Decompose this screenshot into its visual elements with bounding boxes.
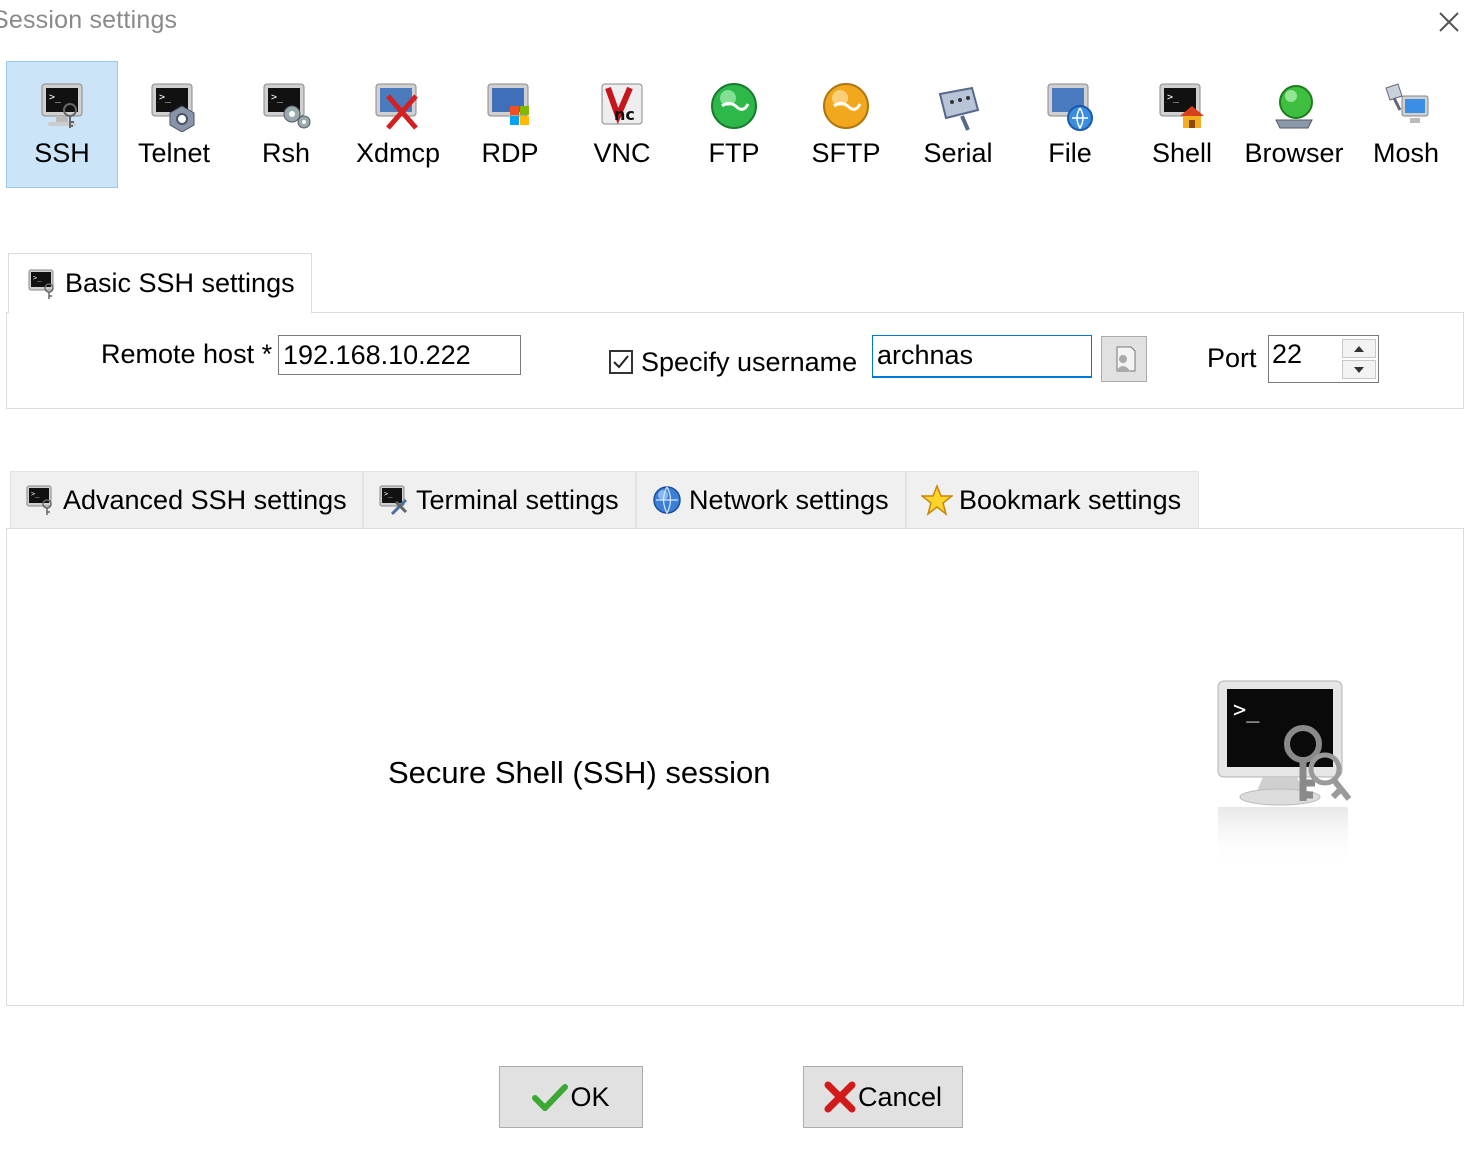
rdp-icon <box>487 83 529 125</box>
session-type-toolbar: >_ SSH >_ Telnet >_ Rsh Xdmcp RDP nc VNC… <box>6 61 1466 188</box>
remote-host-input[interactable]: 192.168.10.222 <box>278 335 521 375</box>
tab-label: Basic SSH settings <box>65 268 295 298</box>
session-type-label: Browser <box>1244 138 1344 168</box>
basic-settings-panel: Remote host * 192.168.10.222 Specify use… <box>6 312 1464 409</box>
session-type-vnc[interactable]: nc VNC <box>566 61 678 188</box>
session-type-rsh[interactable]: >_ Rsh <box>230 61 342 188</box>
mosh-icon <box>1385 83 1429 123</box>
session-type-sftp[interactable]: SFTP <box>790 61 902 188</box>
close-button[interactable] <box>1432 6 1466 38</box>
session-type-xdmcp[interactable]: Xdmcp <box>342 61 454 188</box>
svg-text:>_: >_ <box>159 92 172 103</box>
port-label: Port <box>1207 343 1257 373</box>
checkmark-icon <box>613 355 629 369</box>
cancel-x-icon <box>824 1081 856 1113</box>
globe-icon <box>653 486 681 515</box>
vnc-icon: nc <box>601 83 643 125</box>
tab-label: Bookmark settings <box>959 484 1182 515</box>
session-type-file[interactable]: File <box>1014 61 1126 188</box>
tab-label: Terminal settings <box>416 484 619 515</box>
session-type-serial[interactable]: Serial <box>902 61 1014 188</box>
session-type-label: Xdmcp <box>355 138 441 168</box>
session-type-label: Telnet <box>137 138 211 168</box>
cancel-label: Cancel <box>857 1081 943 1112</box>
session-type-label: VNC <box>593 138 651 168</box>
tab-network-settings[interactable]: Network settings <box>636 471 906 528</box>
session-type-label: Serial <box>923 138 993 168</box>
rsh-icon: >_ <box>263 83 311 129</box>
file-icon <box>1047 83 1093 131</box>
tab-advanced-ssh-settings[interactable]: >_ Advanced SSH settings <box>10 471 363 528</box>
ok-label: OK <box>570 1081 610 1112</box>
session-type-browser[interactable]: Browser <box>1238 61 1350 188</box>
specify-username-checkbox[interactable] <box>609 350 633 374</box>
close-icon <box>1439 12 1459 32</box>
svg-text:>_: >_ <box>384 490 393 498</box>
session-type-label: Shell <box>1151 138 1213 168</box>
port-increment-button[interactable] <box>1342 339 1376 358</box>
tab-terminal-settings[interactable]: >_ Terminal settings <box>363 471 636 528</box>
tab-label: Advanced SSH settings <box>63 484 347 515</box>
ssh-icon: >_ <box>41 83 83 128</box>
telnet-icon: >_ <box>151 83 195 132</box>
ssh-session-icon: >_ <box>1217 680 1352 867</box>
session-type-telnet[interactable]: >_ Telnet <box>118 61 230 188</box>
session-type-ftp[interactable]: FTP <box>678 61 790 188</box>
session-type-ssh[interactable]: >_ SSH <box>6 61 118 188</box>
tab-basic-ssh-settings[interactable]: >_ Basic SSH settings <box>8 253 312 313</box>
svg-text:>_: >_ <box>49 92 62 103</box>
ssh-settings-icon: >_ <box>26 485 52 515</box>
session-type-mosh[interactable]: Mosh <box>1350 61 1462 188</box>
port-decrement-button[interactable] <box>1342 360 1376 379</box>
tab-label: Network settings <box>689 484 889 515</box>
svg-text:>_: >_ <box>31 490 40 498</box>
user-credentials-icon <box>1116 346 1136 372</box>
sftp-icon <box>823 83 869 129</box>
chevron-down-icon <box>1354 366 1364 373</box>
cancel-button[interactable]: Cancel <box>803 1066 963 1128</box>
ok-button[interactable]: OK <box>499 1066 643 1128</box>
window-title: Session settings <box>0 6 178 34</box>
session-type-rdp[interactable]: RDP <box>454 61 566 188</box>
chevron-up-icon <box>1354 345 1364 352</box>
session-type-shell[interactable]: >_ Shell <box>1126 61 1238 188</box>
svg-text:>_: >_ <box>271 92 284 103</box>
session-type-label: RDP <box>481 138 539 168</box>
session-type-label: FTP <box>708 138 760 168</box>
svg-text:>_: >_ <box>1167 92 1180 103</box>
remote-host-label: Remote host * <box>101 339 273 369</box>
session-description: Secure Shell (SSH) session <box>388 755 771 790</box>
serial-icon <box>938 86 980 131</box>
session-type-label: Mosh <box>1372 138 1440 168</box>
checkmark-icon <box>532 1084 569 1111</box>
port-spinner[interactable]: 22 <box>1268 335 1379 383</box>
session-type-label: Rsh <box>261 138 310 168</box>
ftp-icon <box>711 83 757 129</box>
browser-icon <box>1275 85 1313 129</box>
ssh-settings-icon: >_ <box>28 269 54 299</box>
user-picker-button[interactable] <box>1101 336 1147 382</box>
session-type-label: File <box>1048 138 1092 168</box>
svg-text:>_: >_ <box>33 274 42 282</box>
xdmcp-icon <box>375 83 418 130</box>
star-icon <box>921 484 953 516</box>
session-type-label: SSH <box>34 138 90 168</box>
username-input[interactable]: archnas <box>872 335 1092 378</box>
tab-bookmark-settings[interactable]: Bookmark settings <box>906 471 1199 528</box>
terminal-settings-icon: >_ <box>379 485 408 516</box>
advanced-settings-panel: Secure Shell (SSH) session >_ <box>6 528 1464 1006</box>
shell-icon: >_ <box>1159 83 1204 128</box>
specify-username-label: Specify username <box>641 347 858 377</box>
svg-text:nc: nc <box>614 105 635 124</box>
svg-text:>_: >_ <box>1233 698 1260 723</box>
session-type-label: SFTP <box>811 138 881 168</box>
port-value[interactable]: 22 <box>1272 339 1302 370</box>
